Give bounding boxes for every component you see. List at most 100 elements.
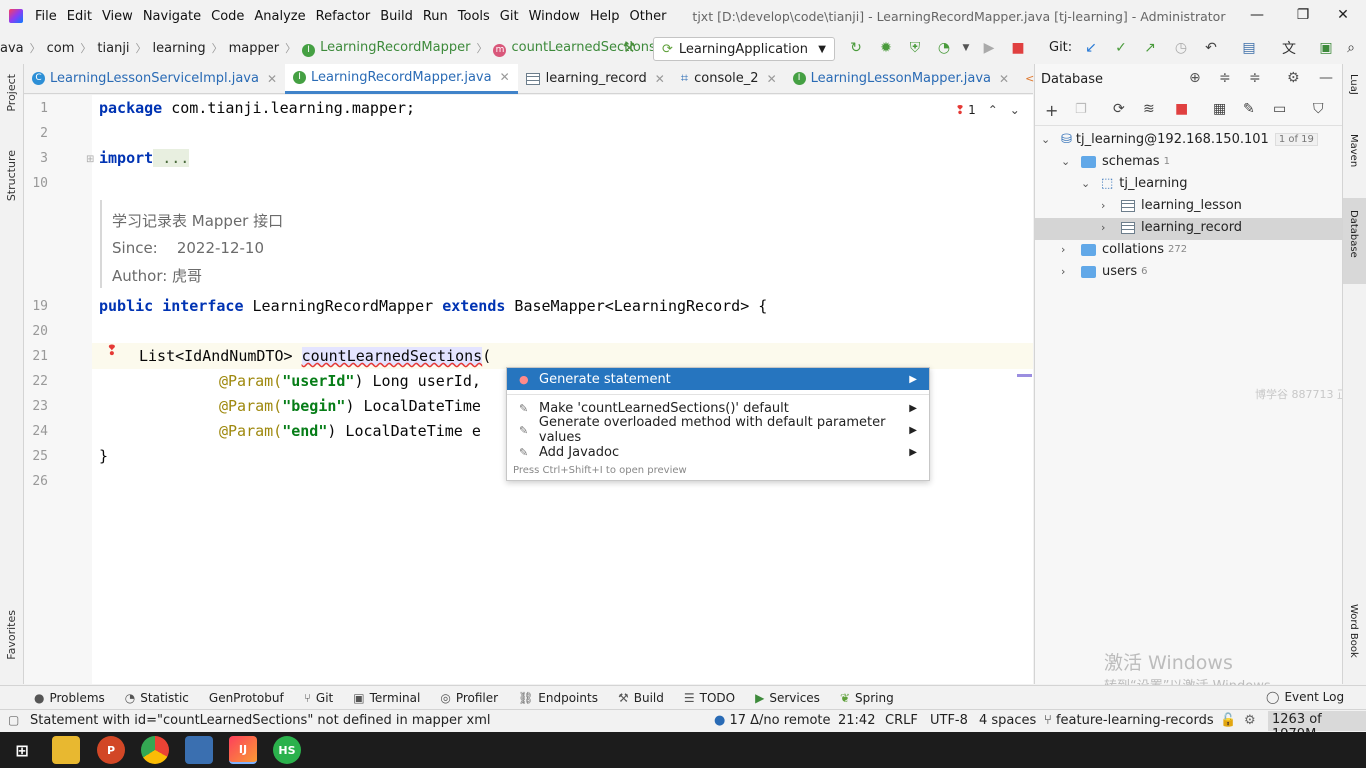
chevron-right-icon[interactable]: › bbox=[1101, 221, 1115, 234]
edit-pen-icon[interactable]: ✎ bbox=[1243, 101, 1255, 117]
add-icon[interactable]: + bbox=[1045, 101, 1058, 120]
git-commit-icon[interactable]: ✓ bbox=[1112, 39, 1130, 57]
table-view-icon[interactable]: ▦ bbox=[1213, 101, 1226, 117]
breadcrumb-com[interactable]: com bbox=[47, 41, 75, 56]
terminal-tool-button[interactable]: ▣ Terminal bbox=[353, 691, 420, 705]
refresh-icon[interactable]: ⟳ bbox=[1113, 101, 1125, 117]
chevron-down-icon[interactable]: ▼ bbox=[957, 39, 975, 57]
chevron-down-icon[interactable]: ⌄ bbox=[1061, 155, 1075, 168]
chrome-icon[interactable] bbox=[141, 736, 169, 764]
project-tool-button[interactable]: Project bbox=[5, 74, 18, 112]
locate-icon[interactable]: ⊕ bbox=[1189, 70, 1201, 86]
breadcrumb-interface[interactable]: I LearningRecordMapper bbox=[302, 40, 470, 57]
tab-console-2[interactable]: ⌗ console_2 ✕ bbox=[673, 64, 785, 94]
breadcrumb-learning[interactable]: learning bbox=[153, 41, 206, 56]
services-tool-button[interactable]: ▶ Services bbox=[755, 691, 820, 705]
git-branch[interactable]: ⑂ feature-learning-records bbox=[1044, 713, 1214, 728]
close-icon[interactable]: ✕ bbox=[500, 70, 510, 84]
file-encoding[interactable]: UTF-8 bbox=[930, 713, 968, 728]
tree-table-learning-record[interactable]: › learning_record bbox=[1101, 220, 1242, 235]
close-icon[interactable]: ✕ bbox=[999, 72, 1009, 86]
structure-tool-button[interactable]: Structure bbox=[5, 150, 18, 201]
tree-collations[interactable]: › collations 272 bbox=[1061, 242, 1187, 257]
git-update-icon[interactable]: ↙ bbox=[1082, 39, 1100, 57]
console-icon[interactable]: ▭ bbox=[1273, 101, 1286, 117]
folded-imports[interactable]: ... bbox=[153, 149, 190, 167]
rerun-icon[interactable]: ↻ bbox=[847, 39, 865, 57]
menu-analyze[interactable]: Analyze bbox=[254, 9, 305, 24]
lock-icon[interactable]: 🔓 bbox=[1220, 713, 1236, 728]
debug-icon[interactable]: ✹ bbox=[877, 39, 895, 57]
menu-help[interactable]: Help bbox=[590, 9, 620, 24]
menu-navigate[interactable]: Navigate bbox=[143, 9, 201, 24]
status-message[interactable]: Statement with id="countLearnedSections"… bbox=[30, 713, 490, 728]
profile-icon[interactable]: ◔ bbox=[935, 39, 953, 57]
menu-code[interactable]: Code bbox=[211, 9, 244, 24]
fold-icon[interactable]: ⊞ bbox=[86, 154, 94, 165]
genprotobuf-tool-button[interactable]: GenProtobuf bbox=[209, 691, 284, 705]
inspection-widget[interactable]: ❢ 1 ⌃ ⌄ bbox=[955, 103, 1020, 117]
close-icon[interactable]: ✕ bbox=[267, 72, 277, 86]
chevron-down-icon[interactable]: ⌄ bbox=[1010, 103, 1020, 117]
menu-window[interactable]: Window bbox=[529, 9, 580, 24]
error-bulb-icon[interactable]: ❢ bbox=[106, 343, 118, 359]
windows-start-icon[interactable]: ⊞ bbox=[8, 736, 36, 764]
caret-position[interactable]: 21:42 bbox=[838, 713, 875, 728]
git-history-icon[interactable]: ◷ bbox=[1172, 39, 1190, 57]
menu-view[interactable]: View bbox=[102, 9, 133, 24]
collapse-all-icon[interactable]: ≑ bbox=[1249, 70, 1261, 86]
generate-overloaded-item[interactable]: ✎ Generate overloaded method with default… bbox=[507, 415, 929, 445]
tab-learning-lesson-mapper[interactable]: I LearningLessonMapper.java ✕ bbox=[785, 64, 1017, 94]
search-icon[interactable]: ⌕ bbox=[1342, 39, 1360, 57]
gear-icon[interactable]: ⚙ bbox=[1244, 713, 1256, 728]
luaj-tool-button[interactable]: LuaJ bbox=[1348, 74, 1359, 95]
toggle-tool-windows-icon[interactable]: ▢ bbox=[8, 713, 19, 727]
tree-table-learning-lesson[interactable]: › learning_lesson bbox=[1101, 198, 1242, 213]
chevron-up-icon[interactable]: ⌃ bbox=[988, 103, 998, 117]
memory-indicator[interactable]: 1263 of 1979M bbox=[1268, 711, 1366, 742]
hide-panel-icon[interactable]: — bbox=[1319, 70, 1333, 86]
coverage-icon[interactable]: ⛨ bbox=[906, 39, 924, 57]
spring-tool-button[interactable]: ❦ Spring bbox=[840, 691, 894, 705]
chevron-down-icon[interactable]: ⌄ bbox=[1081, 177, 1095, 190]
chevron-right-icon[interactable]: › bbox=[1061, 243, 1075, 256]
todo-tool-button[interactable]: ☰ TODO bbox=[684, 691, 735, 705]
menu-file[interactable]: File bbox=[35, 9, 57, 24]
menu-edit[interactable]: Edit bbox=[67, 9, 92, 24]
tree-schemas[interactable]: ⌄ schemas 1 bbox=[1061, 154, 1170, 169]
build-hammer-icon[interactable]: ⚒ bbox=[620, 39, 638, 57]
add-javadoc-item[interactable]: ✎ Add Javadoc ▶ bbox=[507, 441, 929, 463]
profiler-tool-button[interactable]: ◎ Profiler bbox=[440, 691, 498, 705]
event-log-tool-button[interactable]: ◯ Event Log bbox=[1266, 690, 1344, 704]
statistic-tool-button[interactable]: ◔ Statistic bbox=[125, 691, 189, 705]
indent-setting[interactable]: 4 spaces bbox=[979, 713, 1036, 728]
vcs-status[interactable]: ● 17 Δ/no remote bbox=[714, 713, 831, 728]
tree-users[interactable]: › users 6 bbox=[1061, 264, 1148, 279]
chevron-down-icon[interactable]: ⌄ bbox=[1041, 133, 1055, 146]
tree-connection[interactable]: ⌄ ⛁ tj_learning@192.168.150.101 1 of 19 bbox=[1041, 132, 1318, 147]
tab-learning-record-mapper[interactable]: I LearningRecordMapper.java ✕ bbox=[285, 63, 518, 94]
favorites-tool-button[interactable]: Favorites bbox=[5, 610, 18, 660]
menu-refactor[interactable]: Refactor bbox=[316, 9, 371, 24]
maven-tool-button[interactable]: Maven bbox=[1348, 134, 1359, 167]
stop-icon[interactable]: ■ bbox=[1009, 39, 1027, 57]
breadcrumb-ava[interactable]: ava bbox=[0, 41, 24, 56]
project-structure-icon[interactable]: ▤ bbox=[1240, 39, 1258, 57]
database-tool-button[interactable]: Database bbox=[1348, 210, 1359, 258]
line-separator[interactable]: CRLF bbox=[885, 713, 918, 728]
expand-all-icon[interactable]: ≑ bbox=[1219, 70, 1231, 86]
presentation-icon[interactable]: ▣ bbox=[1317, 39, 1335, 57]
build-tool-button[interactable]: ⚒ Build bbox=[618, 691, 664, 705]
problems-tool-button[interactable]: ● Problems bbox=[34, 691, 105, 705]
generate-statement-item[interactable]: ● Generate statement ▶ bbox=[507, 368, 929, 390]
rollback-icon[interactable]: ↶ bbox=[1202, 39, 1220, 57]
file-explorer-icon[interactable] bbox=[52, 736, 80, 764]
run-configuration-select[interactable]: ⟳ LearningApplication ▼ bbox=[653, 37, 835, 61]
chevron-right-icon[interactable]: › bbox=[1061, 265, 1075, 278]
copy-icon[interactable]: ❐ bbox=[1075, 102, 1087, 117]
menu-other[interactable]: Other bbox=[630, 9, 667, 24]
chevron-right-icon[interactable]: › bbox=[1101, 199, 1115, 212]
powerpoint-icon[interactable]: P bbox=[97, 736, 125, 764]
word-book-tool-button[interactable]: Word Book bbox=[1348, 604, 1359, 658]
menu-build[interactable]: Build bbox=[380, 9, 413, 24]
